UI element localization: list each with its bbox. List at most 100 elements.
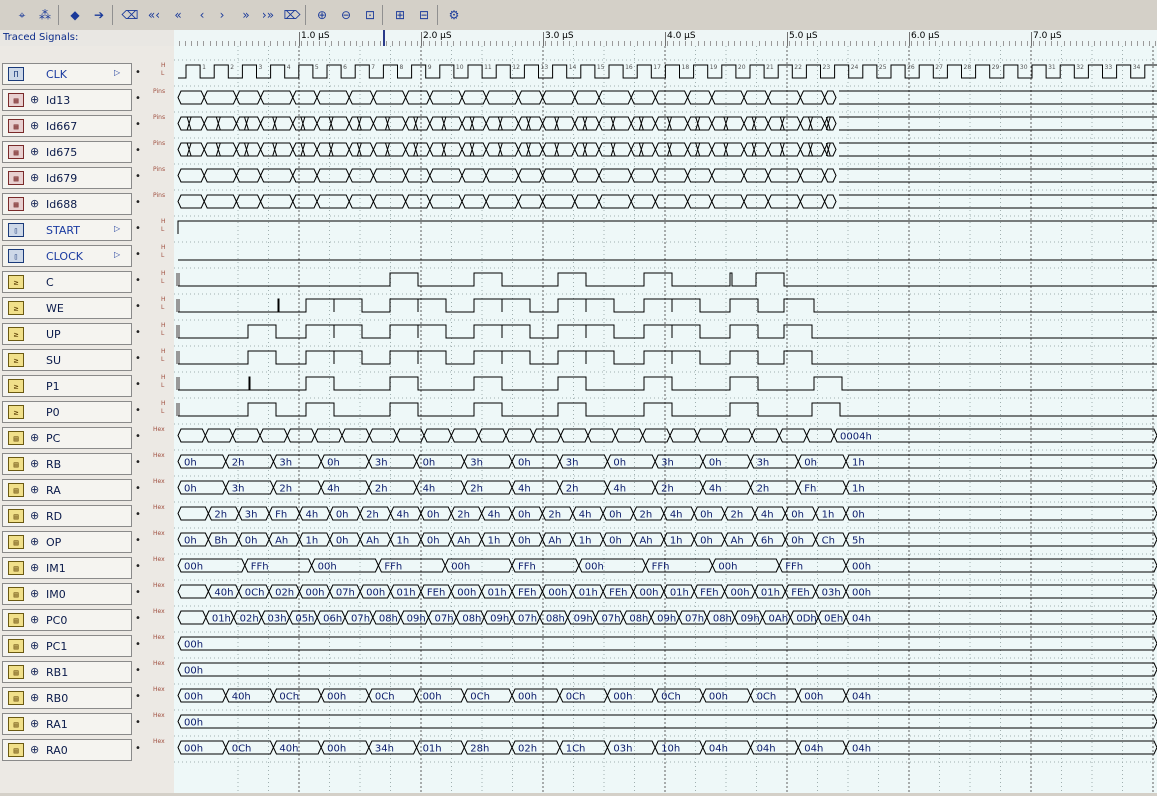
hex-value: 04h — [852, 614, 871, 625]
expand-icon[interactable]: ⊕ — [30, 587, 39, 600]
expand-icon[interactable]: ⊕ — [30, 431, 39, 444]
row-handle-icon[interactable]: • — [135, 457, 141, 468]
expand-icon[interactable]: ⊕ — [30, 197, 39, 210]
row-handle-icon[interactable]: • — [135, 119, 141, 130]
row-handle-icon[interactable]: • — [135, 431, 141, 442]
signal-row-su[interactable]: ≥ SU — [2, 349, 132, 371]
expand-icon[interactable]: ⊕ — [30, 119, 39, 132]
signal-row-c[interactable]: ≥ C — [2, 271, 132, 293]
signal-row-start[interactable]: ▯ START ▷ — [2, 219, 132, 241]
signal-name: P0 — [46, 406, 60, 419]
prev-fast-button[interactable]: « — [168, 5, 188, 25]
row-handle-icon[interactable]: • — [135, 353, 141, 364]
expand-icon[interactable]: ⊕ — [30, 691, 39, 704]
signal-row-ra[interactable]: ▤ ⊕ RA — [2, 479, 132, 501]
expand-icon[interactable]: ⊕ — [30, 535, 39, 548]
signal-row-op[interactable]: ▤ ⊕ OP — [2, 531, 132, 553]
signal-row-id667[interactable]: ▦ ⊕ Id667 — [2, 115, 132, 137]
row-handle-icon[interactable]: • — [135, 93, 141, 104]
signal-row-rb0[interactable]: ▤ ⊕ RB0 — [2, 687, 132, 709]
zoom-out-button[interactable]: ⊖ — [336, 5, 356, 25]
signal-row-pc0[interactable]: ▤ ⊕ PC0 — [2, 609, 132, 631]
bus-glitch — [610, 142, 616, 157]
expand-icon[interactable]: ⊕ — [30, 639, 39, 652]
row-handle-icon[interactable]: • — [135, 275, 141, 286]
expand-icon[interactable]: ⊕ — [30, 93, 39, 106]
signal-row-clk[interactable]: Π CLK ▷ — [2, 63, 132, 85]
hex-value: 2h — [731, 510, 744, 521]
signal-row-rb1[interactable]: ▤ ⊕ RB1 — [2, 661, 132, 683]
time-ruler[interactable]: 1.0 µS 2.0 µS 3.0 µS 4.0 µS 5.0 µS 6.0 µS 7.0 … — [174, 30, 1157, 47]
row-handle-icon[interactable]: • — [135, 483, 141, 494]
expand-icon[interactable]: ⊕ — [30, 561, 39, 574]
row-handle-icon[interactable]: • — [135, 665, 141, 676]
row-handle-icon[interactable]: • — [135, 145, 141, 156]
row-handle-icon[interactable]: • — [135, 249, 141, 260]
row-handle-icon[interactable]: • — [135, 509, 141, 520]
signal-row-id688[interactable]: ▦ ⊕ Id688 — [2, 193, 132, 215]
row-handle-icon[interactable]: • — [135, 405, 141, 416]
row-handle-icon[interactable]: • — [135, 327, 141, 338]
waveform-area[interactable]: 1 2 3 4 5 6 7 8 9 10 11 12 13 14 15 16 17 18 19 20 21 22 23 24 2… — [174, 46, 1157, 793]
expand-icon[interactable]: ⊕ — [30, 717, 39, 730]
settings-button[interactable]: ⚙ — [444, 5, 464, 25]
forward-button[interactable]: ➔ — [89, 5, 109, 25]
row-handle-icon[interactable]: • — [135, 171, 141, 182]
next-many-button[interactable]: ›» — [258, 5, 278, 25]
expand-icon[interactable]: ⊕ — [30, 613, 39, 626]
expand-icon[interactable]: ⊕ — [30, 171, 39, 184]
signal-row-pc1[interactable]: ▤ ⊕ PC1 — [2, 635, 132, 657]
prev-edge-button[interactable]: ‹ — [192, 5, 212, 25]
prev-many-button[interactable]: «‹ — [144, 5, 164, 25]
expand-icon[interactable]: ⊕ — [30, 665, 39, 678]
add-marker-button[interactable]: ⊞ — [390, 5, 410, 25]
row-handle-icon[interactable]: • — [135, 587, 141, 598]
next-fast-button[interactable]: » — [236, 5, 256, 25]
back-button[interactable]: ◆ — [65, 5, 85, 25]
signal-row-id13[interactable]: ▦ ⊕ Id13 — [2, 89, 132, 111]
zoom-in-button[interactable]: ⊕ — [312, 5, 332, 25]
expand-icon[interactable]: ⊕ — [30, 509, 39, 522]
signal-select-button[interactable]: ⁂ — [35, 5, 55, 25]
first-edge-button[interactable]: ⌫ — [120, 5, 140, 25]
row-handle-icon[interactable]: • — [135, 691, 141, 702]
signal-row-up[interactable]: ≥ UP — [2, 323, 132, 345]
signal-row-ra1[interactable]: ▤ ⊕ RA1 — [2, 713, 132, 735]
time-cursor[interactable] — [383, 30, 385, 46]
signal-row-we[interactable]: ≥ WE — [2, 297, 132, 319]
row-handle-icon[interactable]: • — [135, 743, 141, 754]
row-handle-icon[interactable]: • — [135, 639, 141, 650]
signal-row-clock[interactable]: ▯ CLOCK ▷ — [2, 245, 132, 267]
row-handle-icon[interactable]: • — [135, 561, 141, 572]
row-handle-icon[interactable]: • — [135, 197, 141, 208]
signal-row-rd[interactable]: ▤ ⊕ RD — [2, 505, 132, 527]
signal-name: Id13 — [46, 94, 71, 107]
last-edge-button[interactable]: ⌦ — [282, 5, 302, 25]
expand-icon[interactable]: ⊕ — [30, 743, 39, 756]
row-handle-icon[interactable]: • — [135, 223, 141, 234]
signal-row-p0[interactable]: ≥ P0 — [2, 401, 132, 423]
expand-icon[interactable]: ⊕ — [30, 457, 39, 470]
expand-icon[interactable]: ⊕ — [30, 145, 39, 158]
hex-value: 00h — [318, 562, 337, 573]
row-handle-icon[interactable]: • — [135, 301, 141, 312]
row-handle-icon[interactable]: • — [135, 717, 141, 728]
signal-row-im0[interactable]: ▤ ⊕ IM0 — [2, 583, 132, 605]
row-handle-icon[interactable]: • — [135, 535, 141, 546]
row-handle-icon[interactable]: • — [135, 379, 141, 390]
zoom-fit-button[interactable]: ⊡ — [360, 5, 380, 25]
expand-icon[interactable]: ⊕ — [30, 483, 39, 496]
signal-row-rb[interactable]: ▤ ⊕ RB — [2, 453, 132, 475]
signal-row-id679[interactable]: ▦ ⊕ Id679 — [2, 167, 132, 189]
signal-row-id675[interactable]: ▦ ⊕ Id675 — [2, 141, 132, 163]
signal-row-ra0[interactable]: ▤ ⊕ RA0 — [2, 739, 132, 761]
delete-marker-button[interactable]: ⊟ — [414, 5, 434, 25]
signal-row-im1[interactable]: ▤ ⊕ IM1 — [2, 557, 132, 579]
next-edge-button[interactable]: › — [212, 5, 232, 25]
signal-row-p1[interactable]: ≥ P1 — [2, 375, 132, 397]
row-handle-icon[interactable]: • — [135, 67, 141, 78]
row-handle-icon[interactable]: • — [135, 613, 141, 624]
waveform-canvas[interactable]: 1 2 3 4 5 6 7 8 9 10 11 12 13 14 15 16 17 18 19 20 21 22 23 24 2… — [174, 46, 1157, 793]
signal-row-pc[interactable]: ▤ ⊕ PC — [2, 427, 132, 449]
select-tool-button[interactable]: ⌖ — [12, 5, 32, 25]
